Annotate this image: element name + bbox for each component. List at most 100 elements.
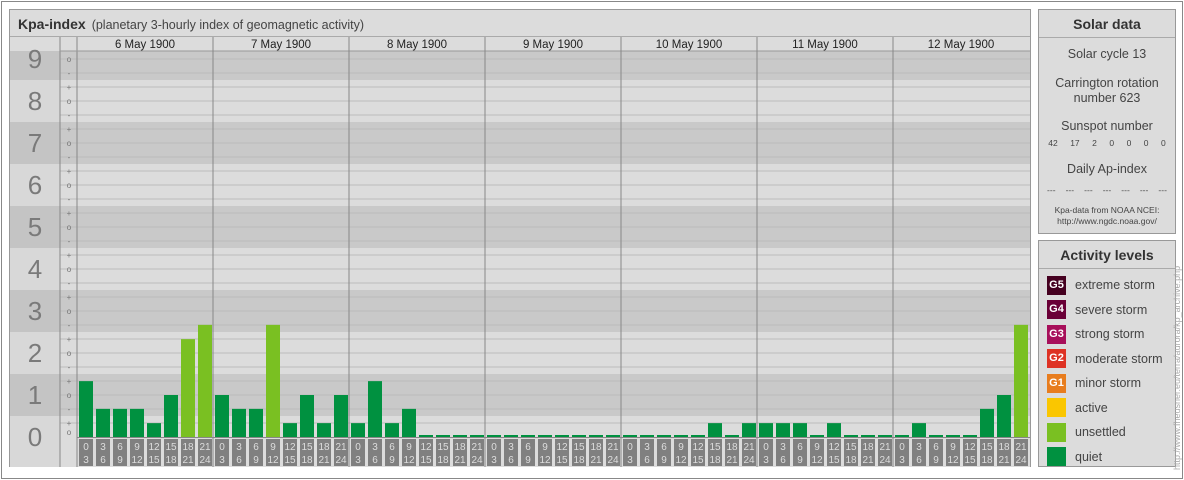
- interval-start: 6: [933, 442, 939, 453]
- day-label: 10 May 1900: [656, 39, 723, 51]
- interval-end: 15: [148, 455, 160, 466]
- sub-tick-label: o: [67, 55, 72, 64]
- title-main: Kpa-index: [18, 16, 86, 32]
- legend-label: extreme storm: [1075, 278, 1155, 293]
- interval-end: 24: [607, 455, 619, 466]
- interval-start: 15: [845, 442, 857, 453]
- kp-bar: [895, 435, 909, 437]
- interval-end: 15: [284, 455, 296, 466]
- day-label: 11 May 1900: [792, 39, 858, 51]
- sub-tick-label: -: [68, 405, 71, 414]
- interval-start: 6: [389, 442, 395, 453]
- interval-end: 18: [573, 455, 585, 466]
- interval-start: 0: [899, 442, 905, 453]
- interval-end: 3: [219, 455, 225, 466]
- kp-bar: [844, 435, 858, 437]
- sunspot-value: 0: [1109, 138, 1115, 148]
- kp-bar: [436, 435, 450, 437]
- interval-start: 3: [508, 442, 514, 453]
- interval-end: 9: [661, 455, 667, 466]
- legend-swatch: G2: [1047, 349, 1066, 369]
- interval-start: 15: [981, 442, 993, 453]
- interval-end: 9: [117, 455, 123, 466]
- kp-bar: [810, 435, 824, 437]
- interval-start: 9: [542, 442, 548, 453]
- interval-start: 0: [355, 442, 361, 453]
- interval-end: 18: [437, 455, 449, 466]
- interval-start: 21: [607, 442, 619, 453]
- sub-tick-label: +: [67, 377, 72, 386]
- interval-start: 0: [627, 442, 633, 453]
- interval-end: 3: [355, 455, 361, 466]
- kp-band: [10, 416, 1030, 467]
- interval-end: 15: [420, 455, 432, 466]
- kp-bar: [504, 435, 518, 437]
- interval-start: 21: [743, 442, 755, 453]
- kp-bar: [997, 395, 1011, 437]
- kp-bar: [470, 435, 484, 437]
- kp-bar: [164, 395, 178, 437]
- ap-values: --- --- --- --- --- --- ---: [1039, 185, 1175, 195]
- kp-bar: [147, 423, 161, 437]
- legend-label: unsettled: [1075, 425, 1126, 440]
- legend-swatch: [1047, 422, 1066, 442]
- interval-start: 12: [692, 442, 704, 453]
- interval-end: 12: [947, 455, 959, 466]
- interval-end: 21: [998, 455, 1010, 466]
- interval-start: 21: [879, 442, 891, 453]
- interval-start: 18: [998, 442, 1010, 453]
- kp-bar: [521, 435, 535, 437]
- interval-start: 12: [964, 442, 976, 453]
- day-label: 7 May 1900: [251, 39, 311, 51]
- legend-item: G5 extreme storm: [1039, 273, 1175, 298]
- interval-end: 24: [199, 455, 211, 466]
- ap-value: ---: [1121, 185, 1130, 195]
- y-tick-label: 1: [28, 380, 42, 410]
- interval-end: 21: [726, 455, 738, 466]
- sub-tick-label: -: [68, 363, 71, 372]
- solar-data-box: Solar data Solar cycle 13 Carrington rot…: [1038, 9, 1176, 234]
- interval-end: 9: [525, 455, 531, 466]
- carrington-label: Carrington rotation: [1055, 76, 1159, 90]
- kp-bar: [640, 435, 654, 437]
- sub-tick-label: -: [68, 69, 71, 78]
- interval-start: 18: [454, 442, 466, 453]
- interval-end: 6: [100, 455, 106, 466]
- interval-start: 9: [270, 442, 276, 453]
- interval-end: 21: [318, 455, 330, 466]
- source-label: Kpa-data from NOAA NCEI:: [1054, 205, 1160, 215]
- legend-item: active: [1039, 396, 1175, 421]
- kp-bar: [385, 423, 399, 437]
- interval-start: 3: [100, 442, 106, 453]
- legend-item: G1 minor storm: [1039, 371, 1175, 396]
- interval-start: 15: [301, 442, 313, 453]
- interval-start: 9: [950, 442, 956, 453]
- interval-end: 21: [862, 455, 874, 466]
- sunspot-value: 17: [1070, 138, 1080, 148]
- interval-end: 12: [811, 455, 823, 466]
- kp-bar: [793, 423, 807, 437]
- interval-start: 3: [644, 442, 650, 453]
- interval-start: 6: [117, 442, 123, 453]
- legend-label: active: [1075, 400, 1108, 415]
- kp-bar: [861, 435, 875, 437]
- kp-bar: [79, 381, 93, 437]
- interval-start: 3: [236, 442, 242, 453]
- interval-start: 21: [199, 442, 211, 453]
- interval-end: 15: [828, 455, 840, 466]
- kp-bar: [453, 435, 467, 437]
- interval-end: 3: [899, 455, 905, 466]
- sub-tick-label: +: [67, 293, 72, 302]
- ap-label: Daily Ap-index: [1067, 162, 1147, 176]
- kp-bar: [691, 435, 705, 437]
- sub-tick-label: +: [67, 209, 72, 218]
- ap-value: ---: [1047, 185, 1056, 195]
- interval-end: 21: [454, 455, 466, 466]
- interval-end: 21: [590, 455, 602, 466]
- interval-start: 3: [916, 442, 922, 453]
- interval-start: 6: [661, 442, 667, 453]
- kp-bar: [113, 408, 127, 437]
- sunspot-value: 0: [1143, 138, 1149, 148]
- interval-start: 6: [525, 442, 531, 453]
- interval-end: 9: [253, 455, 259, 466]
